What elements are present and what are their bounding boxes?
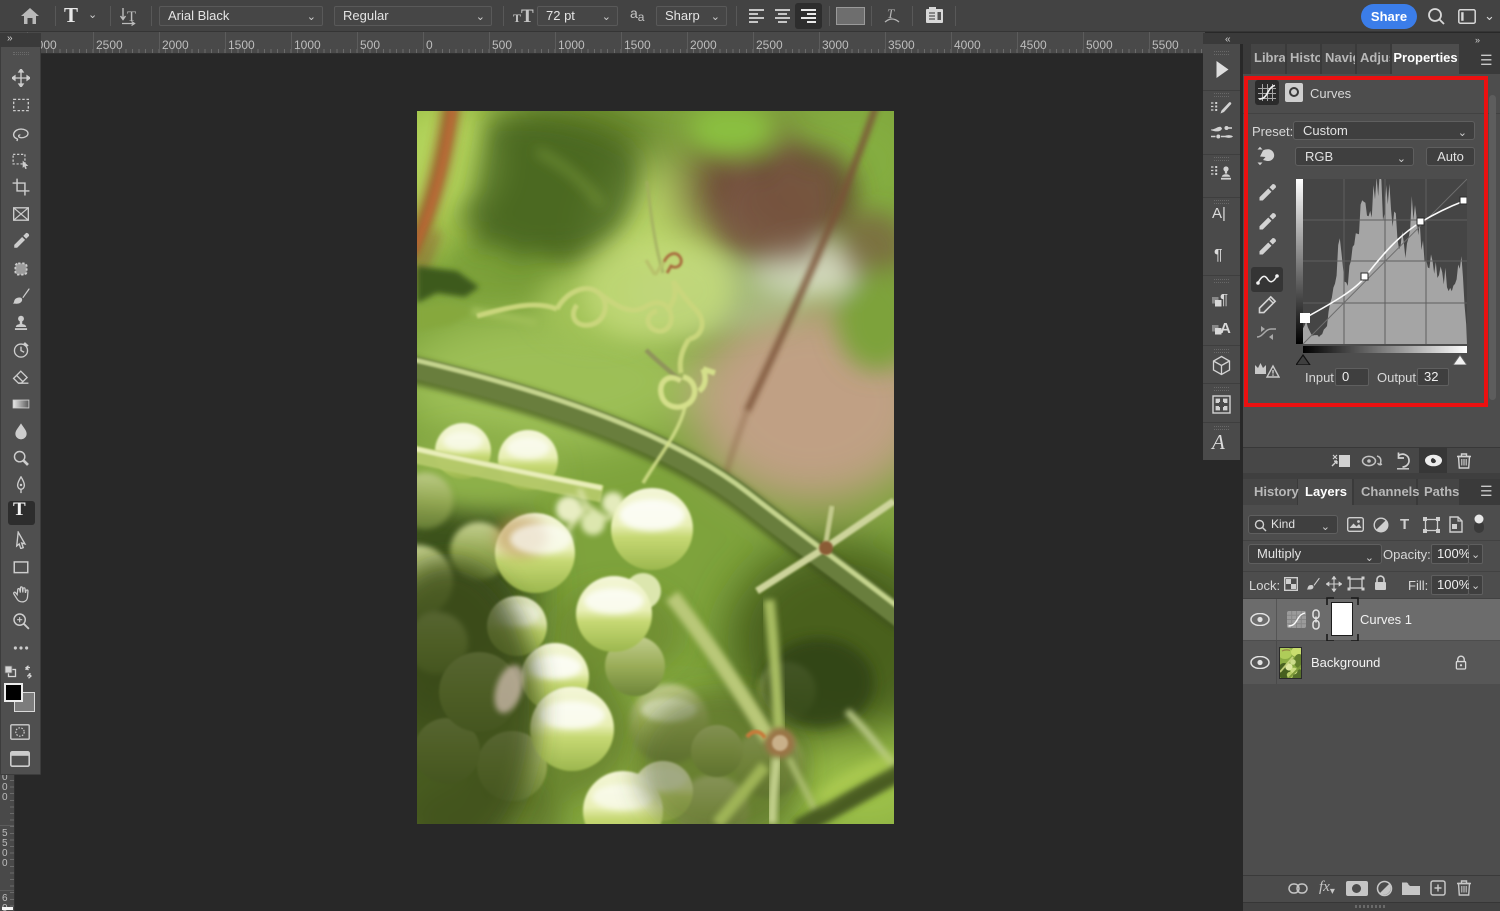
svg-text:T: T — [127, 9, 136, 25]
svg-text:A: A — [1220, 320, 1231, 337]
